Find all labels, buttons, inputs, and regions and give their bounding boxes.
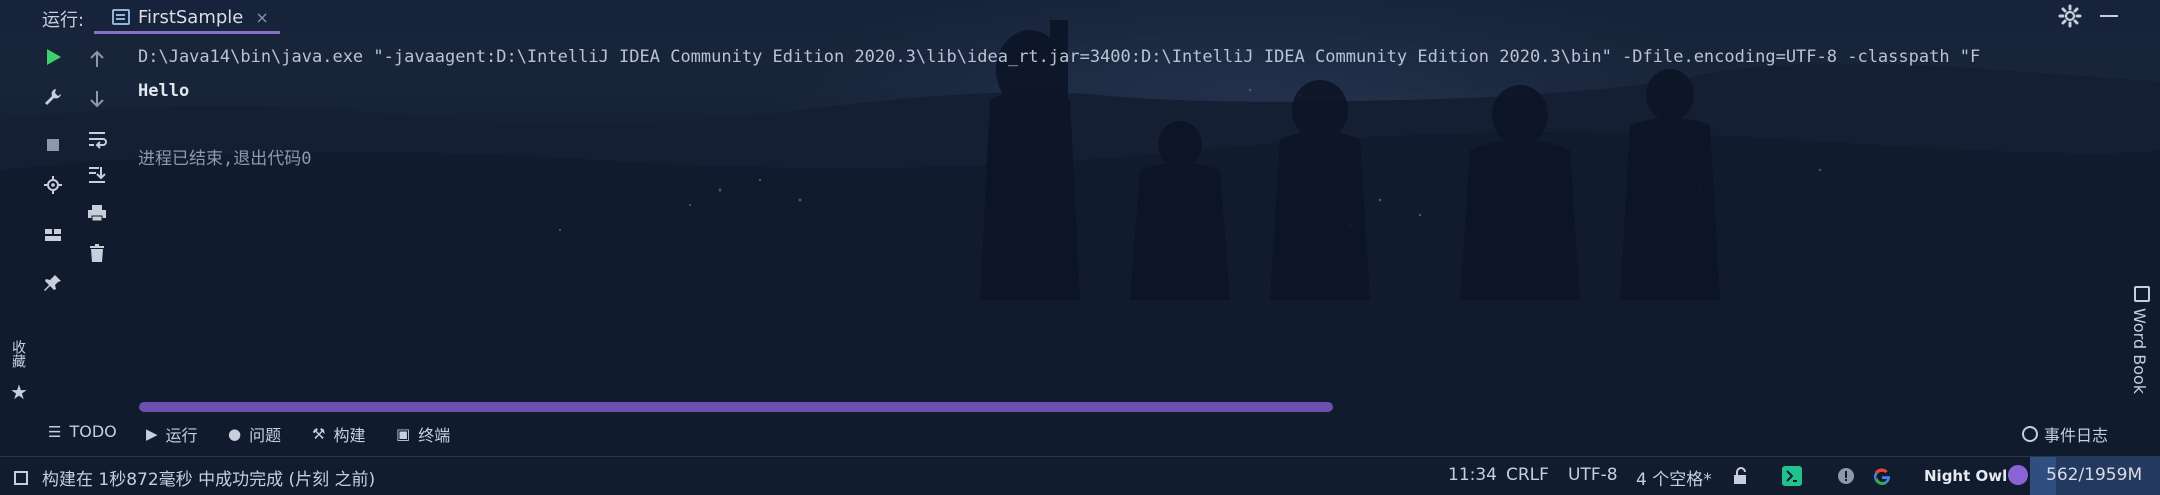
minimize-icon[interactable]: [2100, 15, 2118, 17]
tool-window-terminal[interactable]: ▣ 终端: [396, 422, 450, 446]
horizontal-scrollbar[interactable]: [139, 402, 1333, 412]
caret-position[interactable]: 11:34: [1448, 465, 1497, 485]
run-label: 运行:: [42, 10, 85, 31]
arrow-down-icon[interactable]: [84, 86, 110, 112]
tab-title: FirstSample: [138, 6, 244, 28]
word-book-label: Word Book: [2130, 308, 2149, 395]
wrench-icon[interactable]: [40, 84, 66, 110]
favorites-side-tab[interactable]: 收藏 ★: [4, 340, 32, 404]
trash-icon[interactable]: [84, 240, 110, 266]
google-icon[interactable]: [1872, 466, 1892, 486]
theme-name[interactable]: Night Owl: [1924, 467, 2007, 485]
todo-label: TODO: [69, 422, 117, 441]
gear-icon[interactable]: [2058, 4, 2082, 28]
memory-indicator[interactable]: 562/1959M: [2030, 457, 2160, 495]
program-output: Hello: [138, 81, 190, 101]
soft-wrap-icon[interactable]: [84, 126, 110, 152]
notification-icon[interactable]: [1836, 466, 1856, 486]
debug-settings-icon[interactable]: [40, 172, 66, 198]
favorites-label: 收藏: [10, 340, 26, 368]
tool-window-bar: ☰ TODO ▶ 运行 ● 问题 ⚒ 构建 ▣ 终端 事件日志: [0, 418, 2160, 448]
status-message[interactable]: 构建在 1秒872毫秒 中成功完成 (片刻 之前): [14, 465, 375, 490]
stop-icon[interactable]: [40, 132, 66, 158]
theme-icon: [2008, 465, 2028, 485]
tool-window-event-log[interactable]: 事件日志: [2022, 422, 2108, 446]
console-icon: [112, 9, 130, 25]
command-line: D:\Java14\bin\java.exe "-javaagent:D:\In…: [138, 47, 1981, 67]
arrow-up-icon[interactable]: [84, 46, 110, 72]
run-tool-window-header: 运行: FirstSample ×: [0, 0, 2160, 34]
close-icon[interactable]: ×: [255, 8, 268, 27]
build-label: 构建: [333, 426, 366, 445]
event-log-label: 事件日志: [2044, 426, 2109, 445]
scroll-to-end-icon[interactable]: [84, 162, 110, 188]
word-book-side-tab[interactable]: Word Book: [2130, 286, 2156, 406]
line-ending[interactable]: CRLF: [1506, 465, 1549, 485]
star-icon: ★: [10, 380, 28, 404]
play-icon: ▶: [146, 425, 158, 443]
terminal-label: 终端: [418, 426, 451, 445]
tool-window-todo[interactable]: ☰ TODO: [48, 422, 117, 441]
terminal-icon: ▣: [396, 425, 411, 443]
exit-message: 进程已结束,退出代码0: [138, 149, 312, 169]
event-log-icon: [2022, 426, 2038, 442]
tool-windows-toggle-icon[interactable]: [14, 470, 28, 485]
tool-window-problems[interactable]: ● 问题: [228, 422, 281, 446]
pin-icon[interactable]: [40, 270, 66, 296]
run-icon[interactable]: [40, 44, 66, 70]
problems-label: 问题: [249, 426, 282, 445]
console-output[interactable]: D:\Java14\bin\java.exe "-javaagent:D:\In…: [138, 40, 2128, 176]
tool-window-build[interactable]: ⚒ 构建: [312, 422, 365, 446]
hammer-icon: ⚒: [312, 425, 326, 443]
active-tab-underline: [94, 31, 280, 34]
run-tab-label: 运行: [165, 426, 198, 445]
build-status-text: 构建在 1秒872毫秒 中成功完成 (片刻 之前): [42, 470, 376, 490]
print-icon[interactable]: [84, 200, 110, 226]
plugin-icon[interactable]: [1782, 466, 1802, 486]
indent-setting[interactable]: 4 个空格*: [1636, 465, 1712, 490]
file-encoding[interactable]: UTF-8: [1568, 465, 1618, 485]
info-icon: ●: [228, 425, 242, 443]
tool-window-run[interactable]: ▶ 运行: [146, 422, 198, 446]
tab-firstsample[interactable]: FirstSample ×: [94, 0, 280, 34]
book-icon: [2134, 286, 2150, 302]
unlock-icon[interactable]: [1730, 466, 1750, 486]
layout-icon[interactable]: [40, 222, 66, 248]
list-icon: ☰: [48, 422, 62, 441]
status-bar: 构建在 1秒872毫秒 中成功完成 (片刻 之前) 11:34 CRLF UTF…: [0, 456, 2160, 495]
memory-text: 562/1959M: [2046, 465, 2143, 485]
